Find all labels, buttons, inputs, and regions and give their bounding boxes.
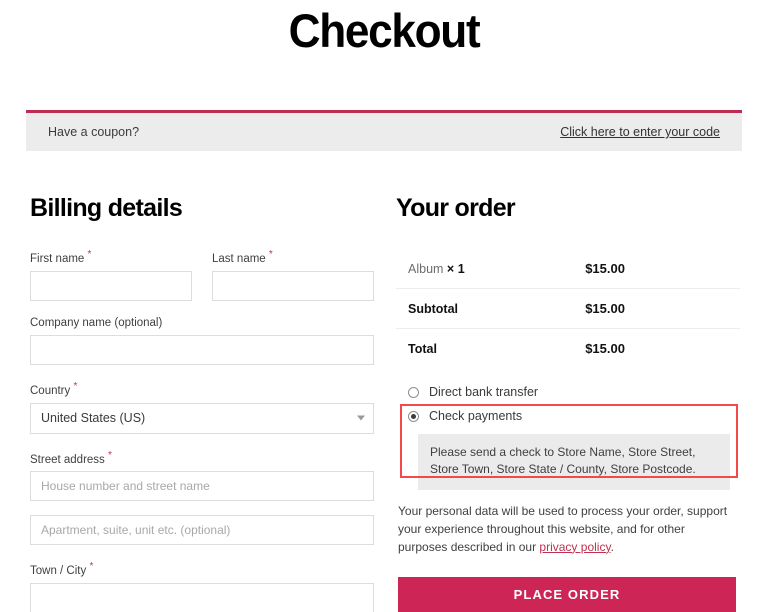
order-item-price: $15.00	[585, 261, 625, 276]
town-city-label: Town / City *	[30, 561, 374, 577]
country-field: Country * United States (US)	[30, 381, 374, 434]
company-name-input[interactable]	[30, 334, 374, 365]
total-label: Total	[408, 341, 437, 356]
street-address-field: Street address *	[30, 450, 374, 502]
subtotal-value-cell: $15.00	[585, 288, 740, 329]
your-order-heading: Your order	[396, 194, 516, 222]
required-marker: *	[73, 380, 78, 392]
privacy-policy-link[interactable]: privacy policy	[539, 540, 610, 554]
last-name-input[interactable]	[212, 270, 374, 301]
address-line-2-field	[30, 515, 374, 546]
enter-coupon-code-link[interactable]: Click here to enter your code	[560, 125, 720, 139]
table-row: Subtotal $15.00	[396, 288, 740, 329]
coupon-prompt: Have a coupon?	[48, 125, 140, 139]
payment-option-label: Direct bank transfer	[429, 385, 539, 399]
last-name-field: Last name *	[212, 249, 374, 301]
first-name-label-text: First name	[30, 252, 85, 265]
order-item-price-cell: $15.00	[585, 249, 740, 289]
order-summary-table: Album × 1 $15.00 Subtotal $15.00 Total $…	[396, 249, 740, 368]
first-name-input[interactable]	[30, 270, 192, 301]
payment-option-label: Check payments	[429, 409, 523, 423]
place-order-button[interactable]: PLACE ORDER	[398, 576, 736, 612]
address-line-2-input[interactable]	[30, 515, 374, 546]
coupon-bar: Have a coupon? Click here to enter your …	[26, 110, 742, 151]
total-value: $15.00	[585, 341, 625, 356]
first-name-label: First name *	[30, 249, 192, 265]
privacy-notice: Your personal data will be used to proce…	[398, 502, 730, 556]
company-name-label: Company name (optional)	[30, 316, 163, 329]
privacy-notice-text-end: .	[610, 539, 614, 554]
payment-methods-list: Direct bank transfer Check payments Plea…	[396, 380, 740, 490]
radio-icon[interactable]	[408, 410, 419, 422]
street-address-input[interactable]	[30, 471, 374, 502]
last-name-label-text: Last name	[212, 252, 266, 265]
country-select[interactable]: United States (US)	[30, 402, 374, 434]
last-name-label: Last name *	[212, 249, 374, 265]
street-address-label-text: Street address	[30, 453, 105, 466]
required-marker: *	[268, 249, 273, 260]
check-payments-info-text: Please send a check to Store Name, Store…	[418, 434, 730, 490]
radio-icon[interactable]	[408, 386, 419, 398]
subtotal-value: $15.00	[585, 301, 625, 316]
country-label-text: Country	[30, 384, 71, 397]
table-row: Total $15.00	[396, 329, 740, 369]
required-marker: *	[87, 249, 92, 260]
payment-option-check-payments[interactable]: Check payments	[396, 404, 740, 428]
country-select-value[interactable]: United States (US)	[30, 402, 374, 434]
street-address-label: Street address *	[30, 450, 374, 466]
name-fields-row: First name * Last name *	[30, 249, 374, 317]
total-value-cell: $15.00	[585, 329, 740, 369]
table-row: Album × 1 $15.00	[396, 249, 740, 289]
first-name-field: First name *	[30, 249, 192, 301]
order-item-quantity: × 1	[446, 261, 465, 276]
required-marker: *	[89, 561, 94, 573]
company-name-field: Company name (optional)	[30, 317, 374, 365]
billing-details-section: Billing details First name * Last name *	[30, 196, 374, 612]
checkout-page: Checkout Have a coupon? Click here to en…	[0, 0, 768, 612]
billing-details-heading: Billing details	[30, 194, 183, 222]
order-item-name: Album	[408, 261, 444, 276]
town-city-field: Town / City *	[30, 561, 374, 612]
required-marker: *	[108, 449, 112, 461]
town-city-input[interactable]	[30, 583, 374, 612]
order-item-name-cell: Album × 1	[396, 249, 586, 289]
page-title: Checkout	[288, 4, 481, 57]
town-city-label-text: Town / City	[30, 565, 87, 578]
subtotal-label: Subtotal	[408, 301, 458, 316]
chevron-down-icon	[357, 415, 365, 421]
subtotal-label-cell: Subtotal	[396, 288, 586, 329]
your-order-section: Your order Album × 1 $15.00 Subtotal $15…	[396, 196, 740, 612]
payment-option-direct-bank-transfer[interactable]: Direct bank transfer	[396, 380, 740, 404]
country-label: Country *	[30, 381, 374, 397]
total-label-cell: Total	[396, 329, 585, 369]
